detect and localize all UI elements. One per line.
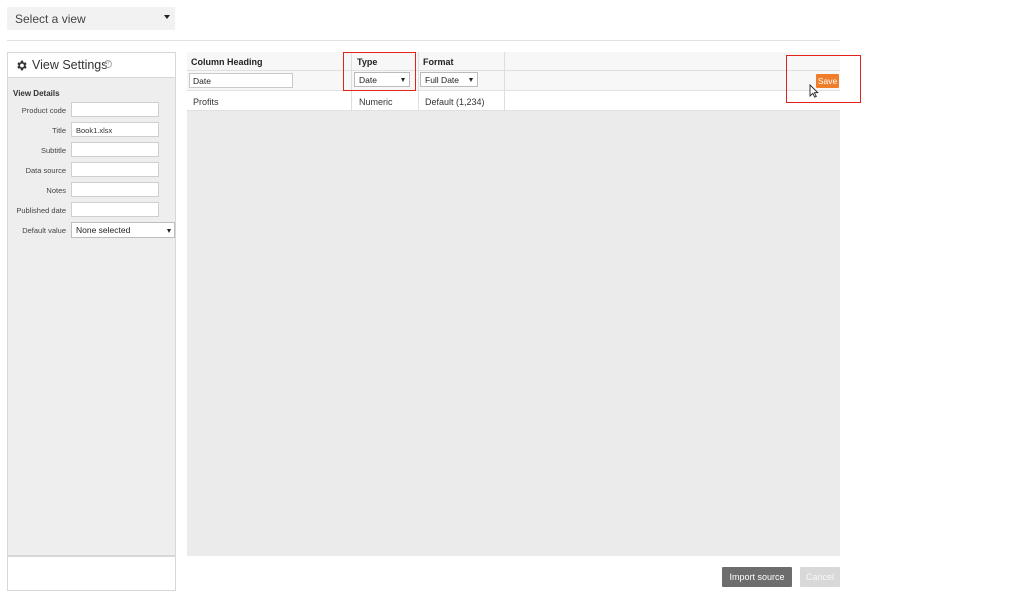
type-column-highlight — [343, 52, 416, 91]
view-settings-panel: View Settings ? View Details Product cod… — [7, 52, 176, 556]
columns-grid: Column Heading Type Format Date Date Ful… — [187, 52, 840, 556]
gear-icon — [15, 59, 28, 72]
column-heading-input[interactable]: Date — [189, 73, 293, 88]
view-select[interactable]: Select a view — [7, 7, 175, 30]
import-source-button[interactable]: Import source — [722, 567, 792, 587]
view-settings-header: View Settings ? — [8, 53, 175, 78]
product-code-label: Product code — [21, 106, 66, 115]
format-selected: Full Date — [425, 75, 460, 85]
title-label: Title — [52, 126, 66, 135]
product-code-field[interactable] — [71, 102, 159, 117]
column-heading-cell: Profits — [193, 97, 219, 107]
view-select-label: Select a view — [15, 12, 86, 26]
divider — [7, 40, 840, 41]
edit-row: Date Date Full Date — [187, 71, 840, 91]
notes-field[interactable] — [71, 182, 159, 197]
page-title: View Settings — [32, 58, 108, 72]
notes-label: Notes — [46, 186, 66, 195]
mouse-pointer-icon — [809, 84, 819, 98]
type-cell: Numeric — [359, 97, 393, 107]
format-header: Format — [423, 57, 454, 67]
left-panel-footer — [7, 556, 176, 591]
section-title: View Details — [13, 89, 60, 98]
column-divider — [418, 52, 419, 111]
chevron-down-icon — [164, 15, 170, 19]
data-source-field[interactable] — [71, 162, 159, 177]
chevron-down-icon — [469, 78, 473, 82]
chevron-down-icon — [167, 229, 171, 233]
table-row[interactable]: Profits Numeric Default (1,234) — [187, 91, 840, 111]
grid-header: Column Heading Type Format — [187, 52, 840, 71]
format-select[interactable]: Full Date — [420, 72, 478, 87]
default-value-selected: None selected — [76, 225, 131, 235]
cancel-button[interactable]: Cancel — [800, 567, 840, 587]
column-heading-header: Column Heading — [191, 57, 263, 67]
help-icon[interactable]: ? — [104, 60, 112, 68]
save-button-highlight — [786, 55, 861, 103]
format-cell: Default (1,234) — [425, 97, 485, 107]
column-divider — [504, 52, 505, 111]
published-date-label: Published date — [16, 206, 66, 215]
subtitle-field[interactable] — [71, 142, 159, 157]
title-field[interactable]: Book1.xlsx — [71, 122, 159, 137]
default-value-label: Default value — [22, 226, 66, 235]
published-date-field[interactable] — [71, 202, 159, 217]
default-value-select[interactable]: None selected — [71, 222, 175, 238]
data-source-label: Data source — [25, 166, 66, 175]
subtitle-label: Subtitle — [40, 146, 66, 155]
